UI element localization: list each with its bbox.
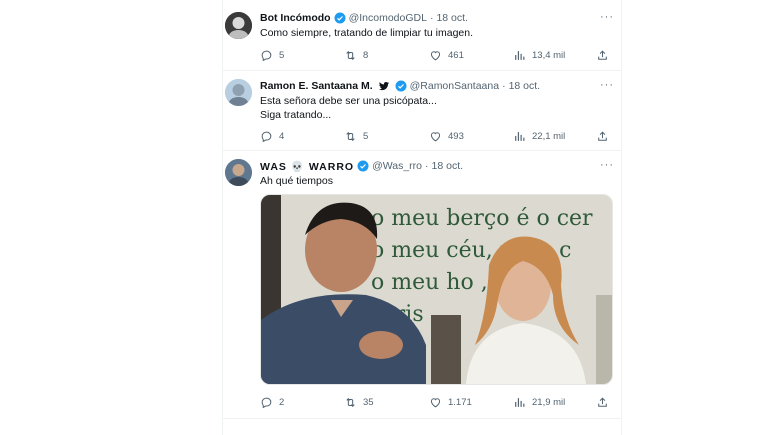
reply-icon [261,397,272,409]
verified-badge-icon [395,80,407,92]
tweet-text: Como siempre, tratando de limpiar tu ima… [260,26,473,40]
views-chart-icon [515,398,525,407]
retweet-icon [346,50,355,61]
user-handle[interactable]: @IncomodoGDL [349,12,427,24]
display-name[interactable]: Ramon E. Santaana M. [260,80,373,92]
timeline: Bot Incómodo @IncomodoGDL · 18 oct. ··· … [222,0,622,435]
retweet-icon [346,397,355,408]
views-button[interactable]: 21,9 mil [513,396,565,409]
tweet-actions: 4 5 493 22,1 mil [260,130,610,144]
image-banner-text: o meu berço é o cer [371,206,593,231]
tweet-date[interactable]: 18 oct. [509,80,541,92]
share-icon [598,397,607,407]
tweet-actions: 5 8 461 13,4 mil [260,49,610,63]
tweet-text: Ah qué tiempos [260,174,333,188]
tweet-text-line: Esta señora debe ser una psicópata... [260,95,437,107]
views-count: 22,1 mil [532,131,566,142]
like-button[interactable]: 493 [429,130,464,143]
tweet-date[interactable]: 18 oct. [436,12,468,24]
avatar[interactable] [225,79,252,106]
share-button[interactable] [596,130,609,148]
views-chart-icon [515,51,525,60]
heart-icon [430,132,441,142]
more-icon[interactable]: ··· [599,80,615,94]
separator-dot: · [502,80,506,92]
retweet-icon [346,131,355,142]
tweet-text-line: Como siempre, tratando de limpiar tu ima… [260,27,474,39]
views-count: 13,4 mil [532,50,566,61]
heart-icon [430,398,441,408]
verified-badge-icon [357,160,369,172]
verified-badge-icon [334,12,346,24]
like-count: 461 [448,50,464,61]
tweet-text-line: Siga tratando... [260,109,332,121]
reply-button[interactable]: 4 [260,130,284,143]
share-button[interactable] [596,49,609,67]
avatar[interactable] [225,12,252,39]
more-icon[interactable]: ··· [599,12,615,26]
reply-button[interactable]: 2 [260,396,284,409]
user-handle[interactable]: @RamonSantaana [410,80,499,92]
views-button[interactable]: 13,4 mil [513,49,565,62]
reply-count: 2 [279,397,285,408]
display-name[interactable]: WAS 💀 WARRO [260,160,354,173]
separator-dot: · [425,160,429,172]
views-count: 21,9 mil [532,397,566,408]
share-icon [598,131,607,141]
views-chart-icon [515,132,525,141]
tweet-actions: 2 35 1.171 21,9 mil [260,396,610,410]
avatar[interactable] [225,159,252,186]
more-icon[interactable]: ··· [599,160,615,174]
tweet-header: Bot Incómodo @IncomodoGDL · 18 oct. [260,10,468,26]
retweet-button[interactable]: 5 [344,130,368,143]
tweet[interactable]: Bot Incómodo @IncomodoGDL · 18 oct. ··· … [223,0,621,71]
tweet[interactable]: WAS 💀 WARRO @Was_rro · 18 oct. ··· Ah qu… [223,150,621,419]
like-button[interactable]: 1.171 [429,396,472,409]
tweet-header: Ramon E. Santaana M. @RamonSantaana · 18… [260,78,540,94]
share-button[interactable] [596,396,609,414]
tweet-text: Esta señora debe ser una psicópata... Si… [260,94,437,122]
tweet-photo[interactable]: o meu berço é o cer o meu céu, mais c o … [260,194,613,385]
retweet-count: 5 [363,131,369,142]
views-button[interactable]: 22,1 mil [513,130,565,143]
tweet-header: WAS 💀 WARRO @Was_rro · 18 oct. [260,158,463,174]
user-handle[interactable]: @Was_rro [372,160,422,172]
reply-button[interactable]: 5 [260,49,284,62]
retweet-button[interactable]: 35 [344,396,374,409]
reply-count: 4 [279,131,285,142]
tweet-date[interactable]: 18 oct. [432,160,464,172]
tweet-text-line: Ah qué tiempos [260,175,333,187]
separator-dot: · [429,12,434,24]
display-name[interactable]: Bot Incómodo [260,12,331,24]
twitter-bird-icon [378,80,390,92]
heart-icon [430,51,441,61]
reply-count: 5 [279,50,285,61]
like-count: 493 [448,131,464,142]
retweet-count: 35 [363,397,374,408]
tweet[interactable]: Ramon E. Santaana M. @RamonSantaana · 18… [223,70,621,151]
share-icon [598,50,607,60]
reply-icon [261,50,272,62]
like-button[interactable]: 461 [429,49,464,62]
like-count: 1.171 [448,397,472,408]
reply-icon [261,131,272,143]
retweet-count: 8 [363,50,369,61]
retweet-button[interactable]: 8 [344,49,368,62]
